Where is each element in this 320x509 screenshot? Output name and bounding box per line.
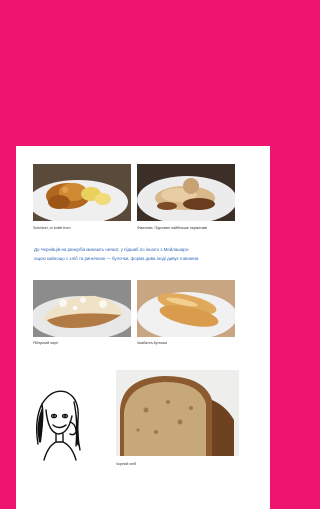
schnitzel-photo [33,164,131,221]
paragraph-line-1: До Чернівців-на ринку/ба минають неякої,… [34,247,190,252]
document-page: Schnitzel, or kotlet from Фізичним. Підс… [16,146,270,509]
schnitzel-caption: Schnitzel, or kotlet from [33,226,71,230]
strudel-caption: Яблучний пиріг [33,341,59,345]
meat-dish-photo [137,164,235,221]
rye-bread-caption: Чорний хліб [116,462,137,466]
strudel-photo [33,280,131,337]
meat-dish-caption: Фізичним. Підставні найбільше пиріжечків [137,226,207,230]
girl-character-drawing [30,384,88,476]
body-paragraph: До Чернівців-на ринку/ба минають неякої,… [34,246,258,263]
rye-bread-photo [116,370,239,456]
bread-rolls-caption: Чиабатта-булочки [137,341,167,345]
bread-rolls-photo [137,280,235,337]
paragraph-line-2: ощою кайнощо с хліб та ринкічною — булоч… [34,255,199,261]
